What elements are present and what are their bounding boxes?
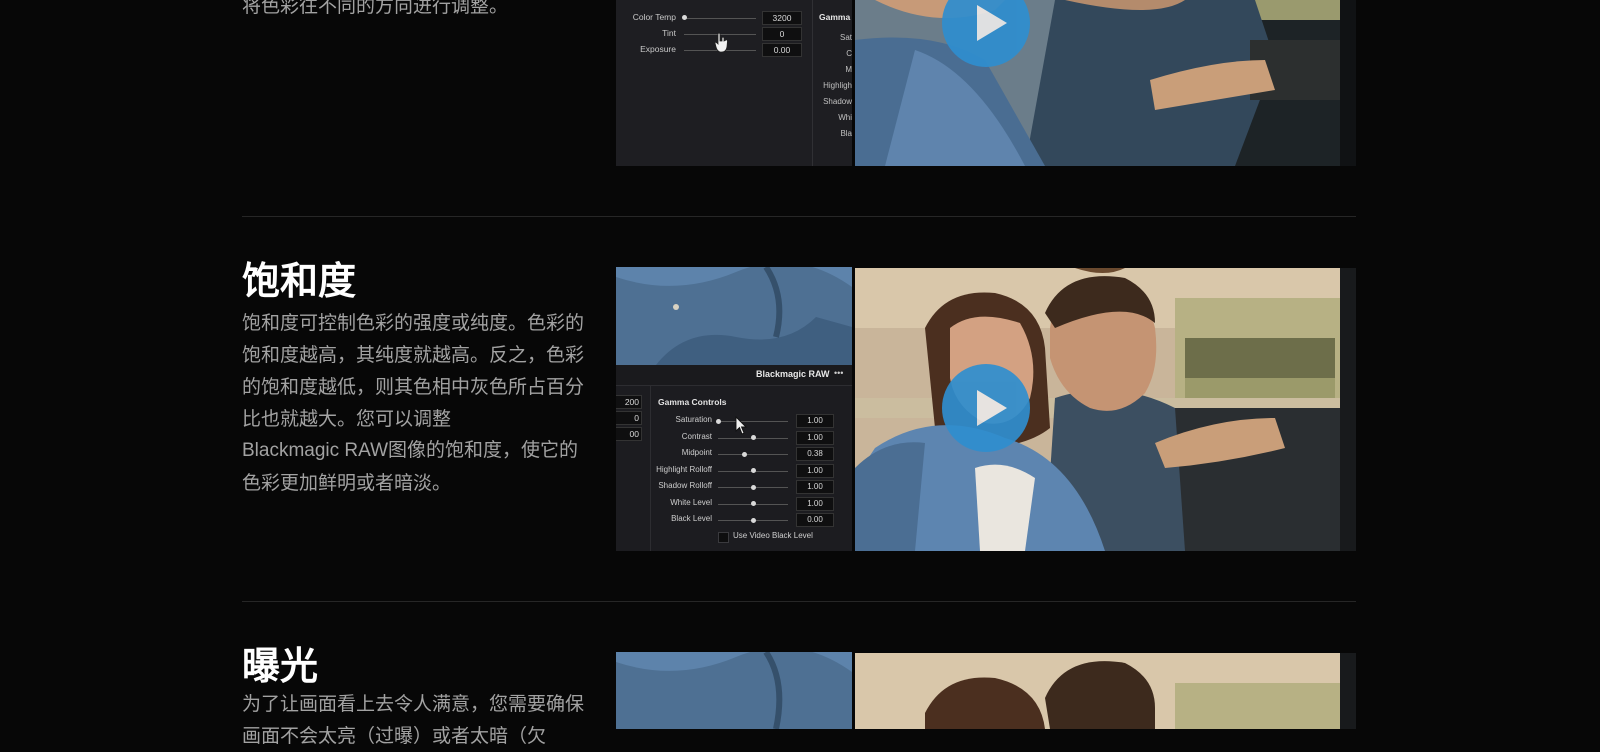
slider-label: White Level [670, 497, 712, 507]
section-divider [242, 601, 1356, 602]
gamma-side-label: Highligh [823, 81, 852, 90]
slider-knob[interactable] [750, 435, 756, 440]
section-text-saturation: 饱和度可控制色彩的强度或纯度。色彩的 饱和度越高，其纯度就越高。反之，色彩 的饱… [242, 307, 607, 499]
value-field[interactable]: 0.38 [796, 447, 834, 461]
value-field[interactable]: 3200 [762, 11, 802, 25]
gamma-controls-title: Gamma Controls [658, 397, 727, 407]
section-text-exposure: 为了让画面看上去令人满意，您需要确保 画面不会太亮（过曝）或者太暗（欠 [242, 688, 607, 752]
panel-header-title: Blackmagic RAW [756, 369, 830, 379]
controls-panel-white-balance: Color Temp 3200 Tint 0 Exposure 0.00 Gamma Sa… [616, 0, 852, 166]
gamma-side-label: Sat [839, 33, 852, 42]
text-line: Blackmagic RAW图像的饱和度，使它的 [242, 440, 579, 461]
controls-panel-exposure [616, 652, 852, 729]
checkbox-label: Use Video Black Level [733, 531, 813, 540]
value-field[interactable]: 200 [616, 395, 642, 409]
text-line: 色彩更加鲜明或者暗淡。 [242, 472, 452, 494]
slider-knob[interactable] [682, 15, 687, 20]
slider-label: Black Level [671, 514, 712, 523]
section-title-saturation: 饱和度 [242, 259, 357, 303]
video-thumbnail-saturation[interactable] [855, 268, 1356, 551]
slider-label: Highlight Rolloff [656, 464, 712, 474]
slider-label: Exposure [640, 44, 676, 54]
value-field[interactable]: 0.00 [796, 513, 834, 527]
section-text: 将色彩往不同的方向进行调整。 [242, 0, 607, 22]
slider-knob[interactable] [715, 418, 721, 424]
slider-track[interactable] [718, 454, 788, 455]
slider-label: Tint [662, 28, 676, 38]
text-line: 饱和度可控制色彩的强度或纯度。色彩的 [242, 312, 585, 334]
slider-label: Midpoint [681, 448, 712, 457]
value-field[interactable]: 1.00 [796, 480, 834, 494]
value-field[interactable]: 1.00 [796, 430, 834, 445]
value-field[interactable]: 0 [762, 27, 802, 41]
value-field[interactable]: 0.00 [762, 43, 802, 57]
video-frame-image [855, 268, 1356, 551]
slider-track[interactable] [684, 18, 756, 19]
gamma-side-label: M [845, 65, 852, 74]
value-field[interactable]: 1.00 [796, 414, 834, 428]
gamma-side-title: Gamma [819, 12, 851, 22]
slider-knob[interactable] [750, 484, 756, 490]
video-frame-image [855, 0, 1356, 166]
text-line: 饱和度越高，其纯度就越高。反之，色彩 [242, 344, 585, 366]
play-icon[interactable] [942, 364, 1030, 452]
section-divider [242, 216, 1356, 217]
text-line: 为了让画面看上去令人满意，您需要确保 [242, 693, 585, 715]
slider-knob[interactable] [742, 451, 748, 457]
slider-label: Color Temp [632, 12, 676, 22]
gamma-side-label: Whi [838, 113, 852, 122]
value-field[interactable]: 1.00 [796, 463, 834, 478]
video-thumbnail-white-balance[interactable] [855, 0, 1356, 166]
text-line: 画面不会太亮（过曝）或者太暗（欠 [242, 725, 547, 747]
section-title-exposure: 曝光 [242, 644, 319, 688]
gamma-side-label: Bla [840, 129, 852, 138]
slider-knob[interactable] [750, 501, 756, 506]
slider-knob[interactable] [750, 468, 756, 473]
controls-panel-saturation: Blackmagic RAW ••• 200 0 00 Gamma Controls… [616, 267, 852, 551]
gamma-side-label: Shadow [823, 97, 852, 106]
slider-track[interactable] [718, 421, 788, 422]
text-line: 比也就越大。您可以调整 [242, 408, 452, 430]
value-field[interactable]: 1.00 [796, 496, 834, 511]
zoomed-image [616, 652, 852, 729]
gamma-side-label: C [846, 49, 852, 58]
slider-label: Shadow Rolloff [658, 481, 712, 490]
slider-knob[interactable] [750, 517, 756, 523]
partial-text-line: 将色彩往不同的方向进行调整。 [242, 0, 509, 17]
video-thumbnail-exposure[interactable] [855, 653, 1356, 729]
use-video-black-level-checkbox[interactable] [718, 532, 729, 543]
text-line: 的饱和度越低，则其色相中灰色所占百分 [242, 376, 585, 398]
zoomed-image [616, 267, 852, 365]
video-frame-image [855, 653, 1356, 729]
slider-label: Contrast [681, 431, 712, 441]
slider-label: Saturation [675, 415, 712, 424]
more-options-button[interactable]: ••• [834, 368, 843, 378]
